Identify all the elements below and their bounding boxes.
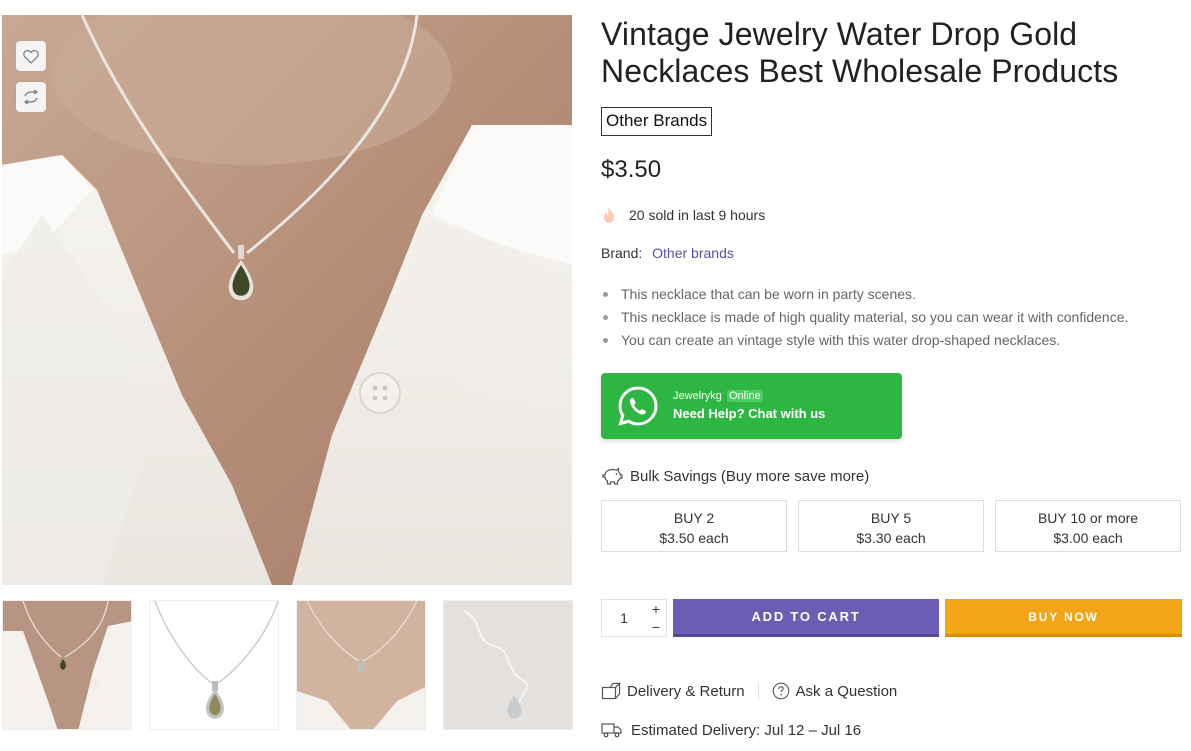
thumbnail-2[interactable]	[149, 600, 279, 730]
quantity-decrease-button[interactable]: −	[646, 618, 666, 636]
tier-label: BUY 2	[673, 510, 715, 526]
main-product-image[interactable]	[2, 15, 572, 585]
brand-line: Brand: Other brands	[601, 245, 1186, 261]
bulk-tier-2[interactable]: BUY 2 $3.50 each	[601, 500, 787, 552]
thumbnail-image	[297, 601, 425, 729]
product-title: Vintage Jewelry Water Drop Gold Necklace…	[601, 16, 1119, 89]
feature-item: This necklace that can be worn in party …	[601, 283, 1186, 306]
extra-links: Delivery & Return Ask a Question	[601, 682, 1186, 700]
thumbnail-image	[3, 601, 131, 729]
quantity-stepper: 1 + −	[601, 599, 667, 637]
bulk-savings-title: Bulk Savings (Buy more save more)	[601, 466, 1186, 486]
whatsapp-help-text: Need Help? Chat with us	[673, 406, 826, 421]
tier-price: $3.50 each	[659, 530, 729, 546]
product-info: Vintage Jewelry Water Drop Gold Necklace…	[601, 16, 1186, 739]
bulk-tier-5[interactable]: BUY 5 $3.30 each	[798, 500, 984, 552]
delivery-return-label: Delivery & Return	[627, 682, 745, 700]
wishlist-button[interactable]	[16, 41, 46, 71]
thumbnail-1[interactable]	[2, 600, 132, 730]
agent-name: Jewelrykg	[673, 390, 722, 402]
sold-counter: 20 sold in last 9 hours	[601, 206, 1186, 224]
quantity-input[interactable]: 1	[602, 600, 646, 636]
product-price: $3.50	[601, 156, 662, 183]
thumbnail-4[interactable]	[443, 600, 573, 730]
necklace-photo	[2, 15, 572, 585]
bulk-title-text: Bulk Savings (Buy more save more)	[630, 467, 870, 485]
thumbnail-3[interactable]	[296, 600, 426, 730]
tier-label: BUY 10 or more	[1037, 510, 1139, 526]
whatsapp-icon	[618, 386, 658, 426]
add-to-cart-button[interactable]: ADD TO CART	[673, 599, 939, 637]
brand-badge[interactable]: Other Brands	[601, 107, 713, 136]
bulk-tier-10[interactable]: BUY 10 or more $3.00 each	[995, 500, 1181, 552]
compare-button[interactable]	[16, 82, 46, 112]
compare-arrows-icon	[23, 90, 39, 104]
estimated-delivery-text: Estimated Delivery: Jul 12 – Jul 16	[631, 721, 862, 739]
piggy-bank-icon	[602, 467, 623, 485]
ask-question-link[interactable]: Ask a Question	[772, 682, 898, 700]
feature-list: This necklace that can be worn in party …	[601, 283, 1186, 352]
question-circle-icon	[772, 682, 789, 700]
tier-price: $3.00 each	[1053, 530, 1123, 546]
truck-icon	[601, 723, 622, 738]
tier-price: $3.30 each	[856, 530, 926, 546]
ask-question-label: Ask a Question	[795, 682, 898, 700]
quantity-steps: + −	[646, 600, 666, 636]
delivery-return-icon	[601, 682, 621, 700]
online-status: Online	[726, 390, 763, 402]
buy-now-button[interactable]: BUY NOW	[945, 599, 1182, 637]
delivery-return-link[interactable]: Delivery & Return	[601, 682, 745, 700]
flame-icon	[604, 207, 614, 223]
brand-link[interactable]: Other brands	[652, 245, 734, 261]
thumbnail-strip	[2, 600, 574, 730]
bulk-tiers: BUY 2 $3.50 each BUY 5 $3.30 each BUY 10…	[601, 500, 1186, 552]
sold-text: 20 sold in last 9 hours	[629, 207, 766, 223]
feature-item: You can create an vintage style with thi…	[601, 329, 1186, 352]
whatsapp-agent: Jewelrykg Online	[673, 389, 825, 403]
whatsapp-chat-button[interactable]: Jewelrykg Online Need Help? Chat with us	[601, 373, 902, 439]
thumbnail-image	[444, 601, 572, 729]
divider	[757, 683, 759, 699]
feature-item: This necklace is made of high quality ma…	[601, 306, 1186, 329]
quantity-increase-button[interactable]: +	[646, 600, 666, 618]
purchase-row: 1 + − ADD TO CART BUY NOW	[601, 599, 1186, 637]
thumbnail-image	[150, 601, 278, 729]
brand-label: Brand:	[601, 245, 643, 261]
whatsapp-text: Jewelrykg Online Need Help? Chat with us	[673, 389, 825, 423]
heart-icon	[23, 49, 39, 64]
tier-label: BUY 5	[870, 510, 912, 526]
estimated-delivery: Estimated Delivery: Jul 12 – Jul 16	[601, 721, 1186, 739]
